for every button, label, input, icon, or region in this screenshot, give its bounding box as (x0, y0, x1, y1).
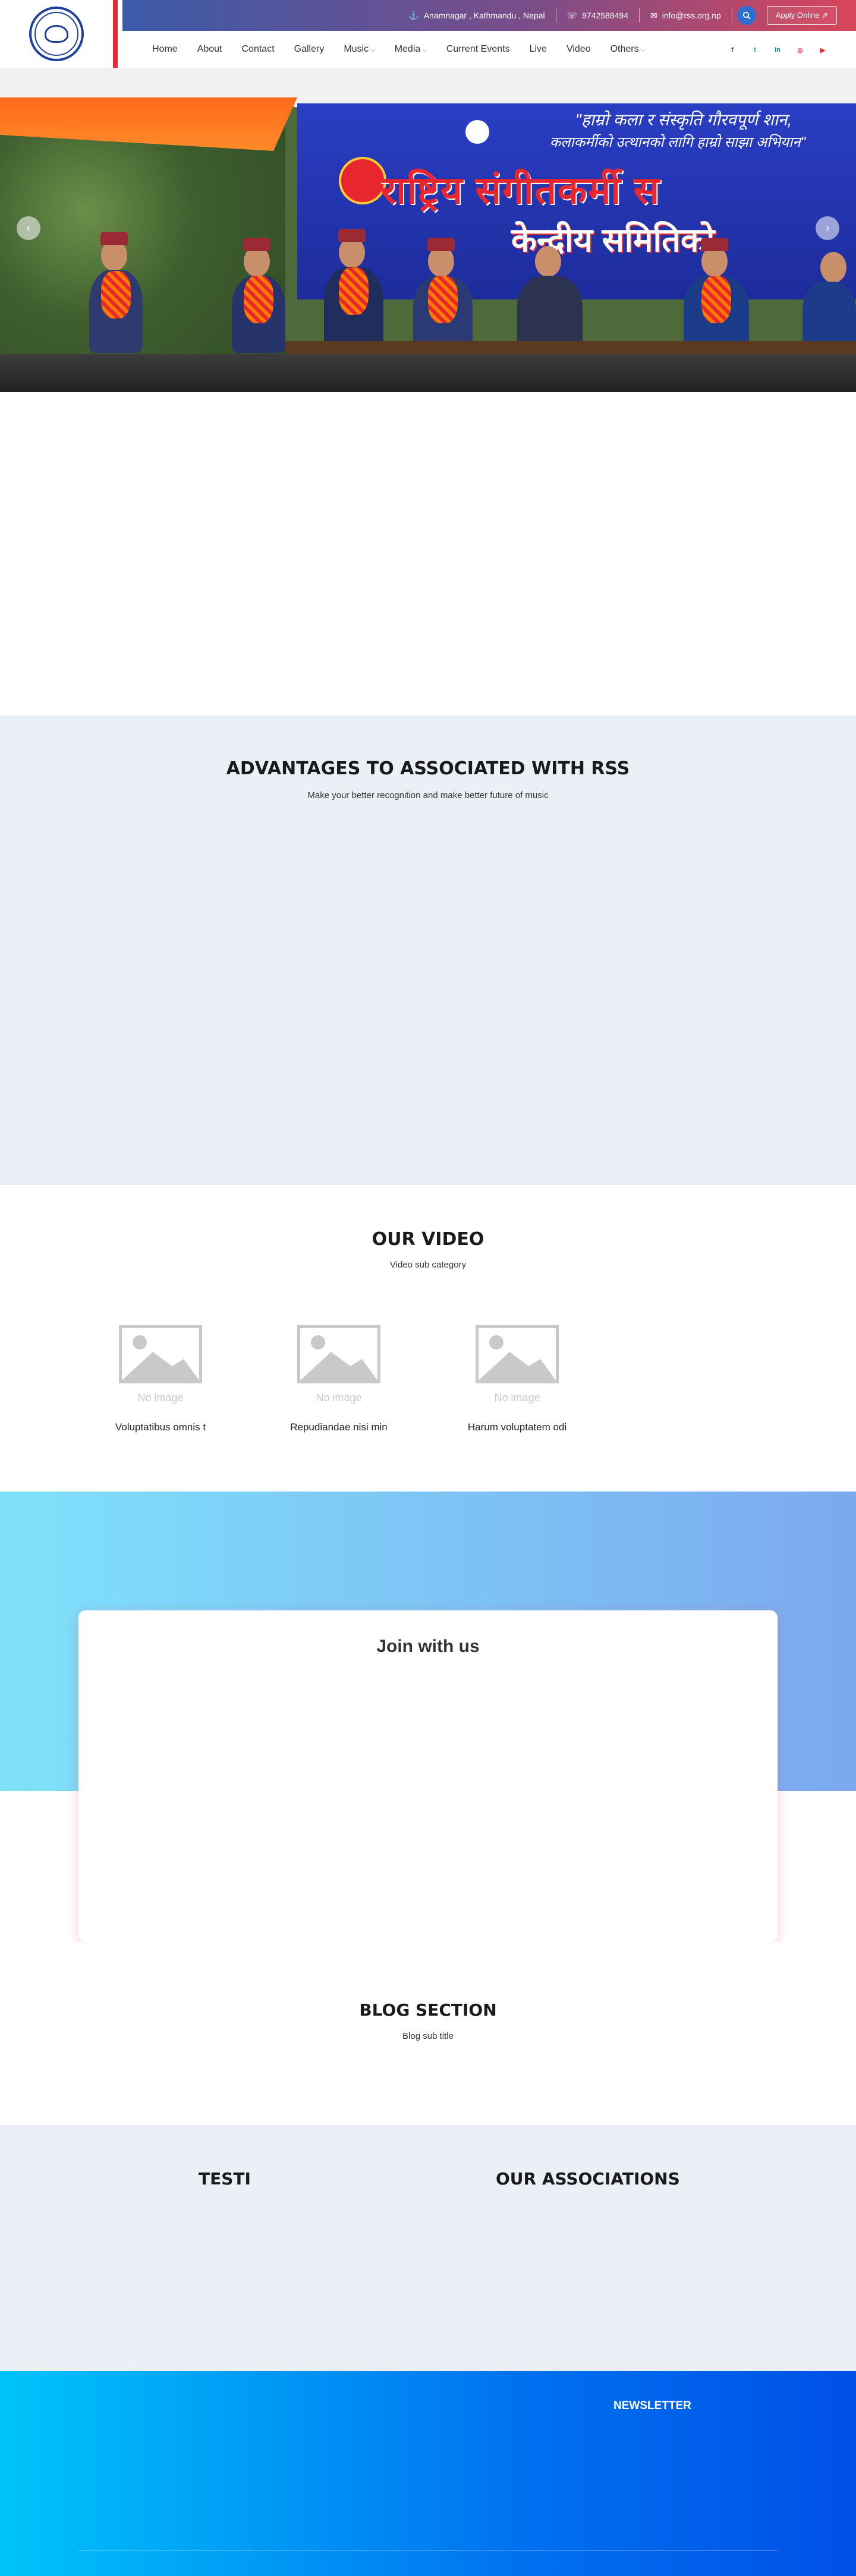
nav-music[interactable]: Music ⌵ (344, 44, 374, 55)
banner-emblem-icon (339, 157, 386, 204)
person-garland (339, 267, 369, 315)
slider-next-button[interactable]: › (816, 216, 839, 240)
video-thumbnail[interactable]: No image (458, 1325, 577, 1411)
video-card[interactable]: No image Repudiandae nisi min (279, 1325, 398, 1433)
hero-floor (0, 354, 856, 392)
advantages-title: ADVANTAGES TO ASSOCIATED WITH RSS (226, 758, 630, 779)
nav-music-label: Music (344, 44, 369, 54)
join-card: Join with us (78, 1610, 778, 1942)
nav-contact[interactable]: Contact (242, 44, 275, 55)
person-topi (100, 232, 128, 245)
video-card-title[interactable]: Voluptatibus omnis t (101, 1421, 220, 1433)
social-links: f t in ◎ ▶ (725, 43, 830, 57)
email-text[interactable]: info@rss.org.np (662, 11, 721, 20)
video-title: OUR VIDEO (372, 1229, 484, 1250)
testimonials-title: TESTI (199, 2169, 251, 2189)
email-item[interactable]: ✉ info@rss.org.np (640, 8, 732, 23)
person-garland (428, 276, 458, 323)
youtube-icon[interactable]: ▶ (816, 43, 830, 57)
no-image-label: No image (316, 1392, 362, 1404)
person-garland (701, 276, 731, 323)
apply-online-button[interactable]: Apply Online ⇗ (766, 6, 837, 25)
nav-about[interactable]: About (197, 44, 222, 55)
mail-icon: ✉ (650, 10, 657, 20)
address-text: Anamnagar , Kathmandu , Nepal (423, 11, 545, 20)
video-card[interactable]: No image Harum voluptatem odi (458, 1325, 577, 1433)
chevron-right-icon: › (825, 221, 830, 235)
banner-slogan-line1: "हाम्रो कला र संस्कृति गौरवपूर्ण शान, (575, 111, 792, 129)
newsletter-title: NEWSLETTER (613, 2400, 691, 2412)
logo-inner-ring (34, 12, 78, 56)
chevron-down-icon: ⌵ (370, 47, 375, 53)
person-topi (338, 229, 366, 242)
logo-container[interactable] (0, 0, 118, 68)
main-nav: Home About Contact Gallery Music ⌵ Media ⌵… (122, 31, 856, 68)
instagram-icon[interactable]: ◎ (793, 43, 807, 57)
anchor-icon: ⚓ (408, 10, 419, 20)
site-header: ⚓ Anamnagar , Kathmandu , Nepal ☏ 974258… (0, 0, 856, 68)
nav-media[interactable]: Media ⌵ (395, 44, 427, 55)
nav-media-label: Media (394, 44, 421, 54)
page: ⚓ Anamnagar , Kathmandu , Nepal ☏ 974258… (0, 0, 856, 2576)
chevron-left-icon: ‹ (26, 221, 31, 235)
video-card-title[interactable]: Harum voluptatem odi (458, 1421, 577, 1433)
footer-divider (78, 2550, 778, 2551)
phone-text[interactable]: 9742588494 (582, 11, 628, 20)
blog-section: BLOG SECTION Blog sub title (0, 1942, 856, 2125)
logo-emblem-icon (45, 25, 68, 43)
nav-video[interactable]: Video (567, 44, 591, 55)
person-topi (701, 238, 728, 251)
site-footer: NEWSLETTER (0, 2371, 856, 2576)
twitter-icon[interactable]: t (748, 43, 762, 57)
testimonials-associations-section: TESTI OUR ASSOCIATIONS (0, 2125, 856, 2371)
person-garland (244, 276, 273, 323)
phone-icon: ☏ (567, 10, 578, 20)
phone-item[interactable]: ☏ 9742588494 (556, 8, 640, 23)
nav-home[interactable]: Home (152, 44, 178, 55)
site-logo[interactable] (29, 7, 84, 61)
banner-logo-icon (464, 118, 491, 146)
advantages-section: ADVANTAGES TO ASSOCIATED WITH RSS Make y… (0, 715, 856, 1185)
associations-title: OUR ASSOCIATIONS (496, 2169, 680, 2189)
image-placeholder-icon (297, 1325, 380, 1383)
person-topi (427, 238, 455, 251)
facebook-icon[interactable]: f (725, 43, 739, 57)
blog-title: BLOG SECTION (359, 2000, 497, 2020)
image-placeholder-icon (476, 1325, 559, 1383)
chevron-down-icon: ⌵ (422, 47, 427, 53)
nav-gallery[interactable]: Gallery (294, 44, 325, 55)
nav-live[interactable]: Live (530, 44, 547, 55)
person-head (820, 252, 846, 283)
join-title: Join with us (376, 1637, 480, 1656)
top-info-bar: ⚓ Anamnagar , Kathmandu , Nepal ☏ 974258… (122, 0, 856, 31)
slider-prev-button[interactable]: ‹ (17, 216, 40, 240)
banner-title: राष्ट्रिय संगीतकर्मी स (380, 169, 661, 212)
hero-slider: "हाम्रो कला र संस्कृति गौरवपूर्ण शान, कल… (0, 68, 856, 392)
search-icon (742, 11, 751, 20)
person-topi (243, 238, 270, 251)
linkedin-icon[interactable]: in (770, 43, 785, 57)
video-thumbnail[interactable]: No image (279, 1325, 398, 1411)
video-thumbnail[interactable]: No image (101, 1325, 220, 1411)
video-subtitle: Video sub category (389, 1260, 467, 1270)
person-head (535, 246, 561, 277)
nav-current-events[interactable]: Current Events (446, 44, 510, 55)
search-button[interactable] (737, 6, 756, 25)
nav-others[interactable]: Others ⌵ (610, 44, 646, 55)
video-card[interactable]: No image Voluptatibus omnis t (101, 1325, 220, 1433)
chevron-down-icon: ⌵ (640, 47, 646, 53)
hero-table (285, 341, 856, 354)
person-garland (101, 271, 131, 319)
nav-others-label: Others (610, 44, 639, 54)
video-section: OUR VIDEO Video sub category No image Vo… (0, 1185, 856, 1492)
address-item: ⚓ Anamnagar , Kathmandu , Nepal (398, 8, 556, 23)
advantages-subtitle: Make your better recognition and make be… (307, 790, 549, 800)
video-card-title[interactable]: Repudiandae nisi min (279, 1421, 398, 1433)
banner-slogan-line2: कलाकर्मीको उत्थानको लागि हाम्रो साझा अभि… (549, 134, 806, 150)
no-image-label: No image (137, 1392, 184, 1404)
no-image-label: No image (494, 1392, 540, 1404)
image-placeholder-icon (119, 1325, 202, 1383)
blog-subtitle: Blog sub title (402, 2031, 454, 2041)
